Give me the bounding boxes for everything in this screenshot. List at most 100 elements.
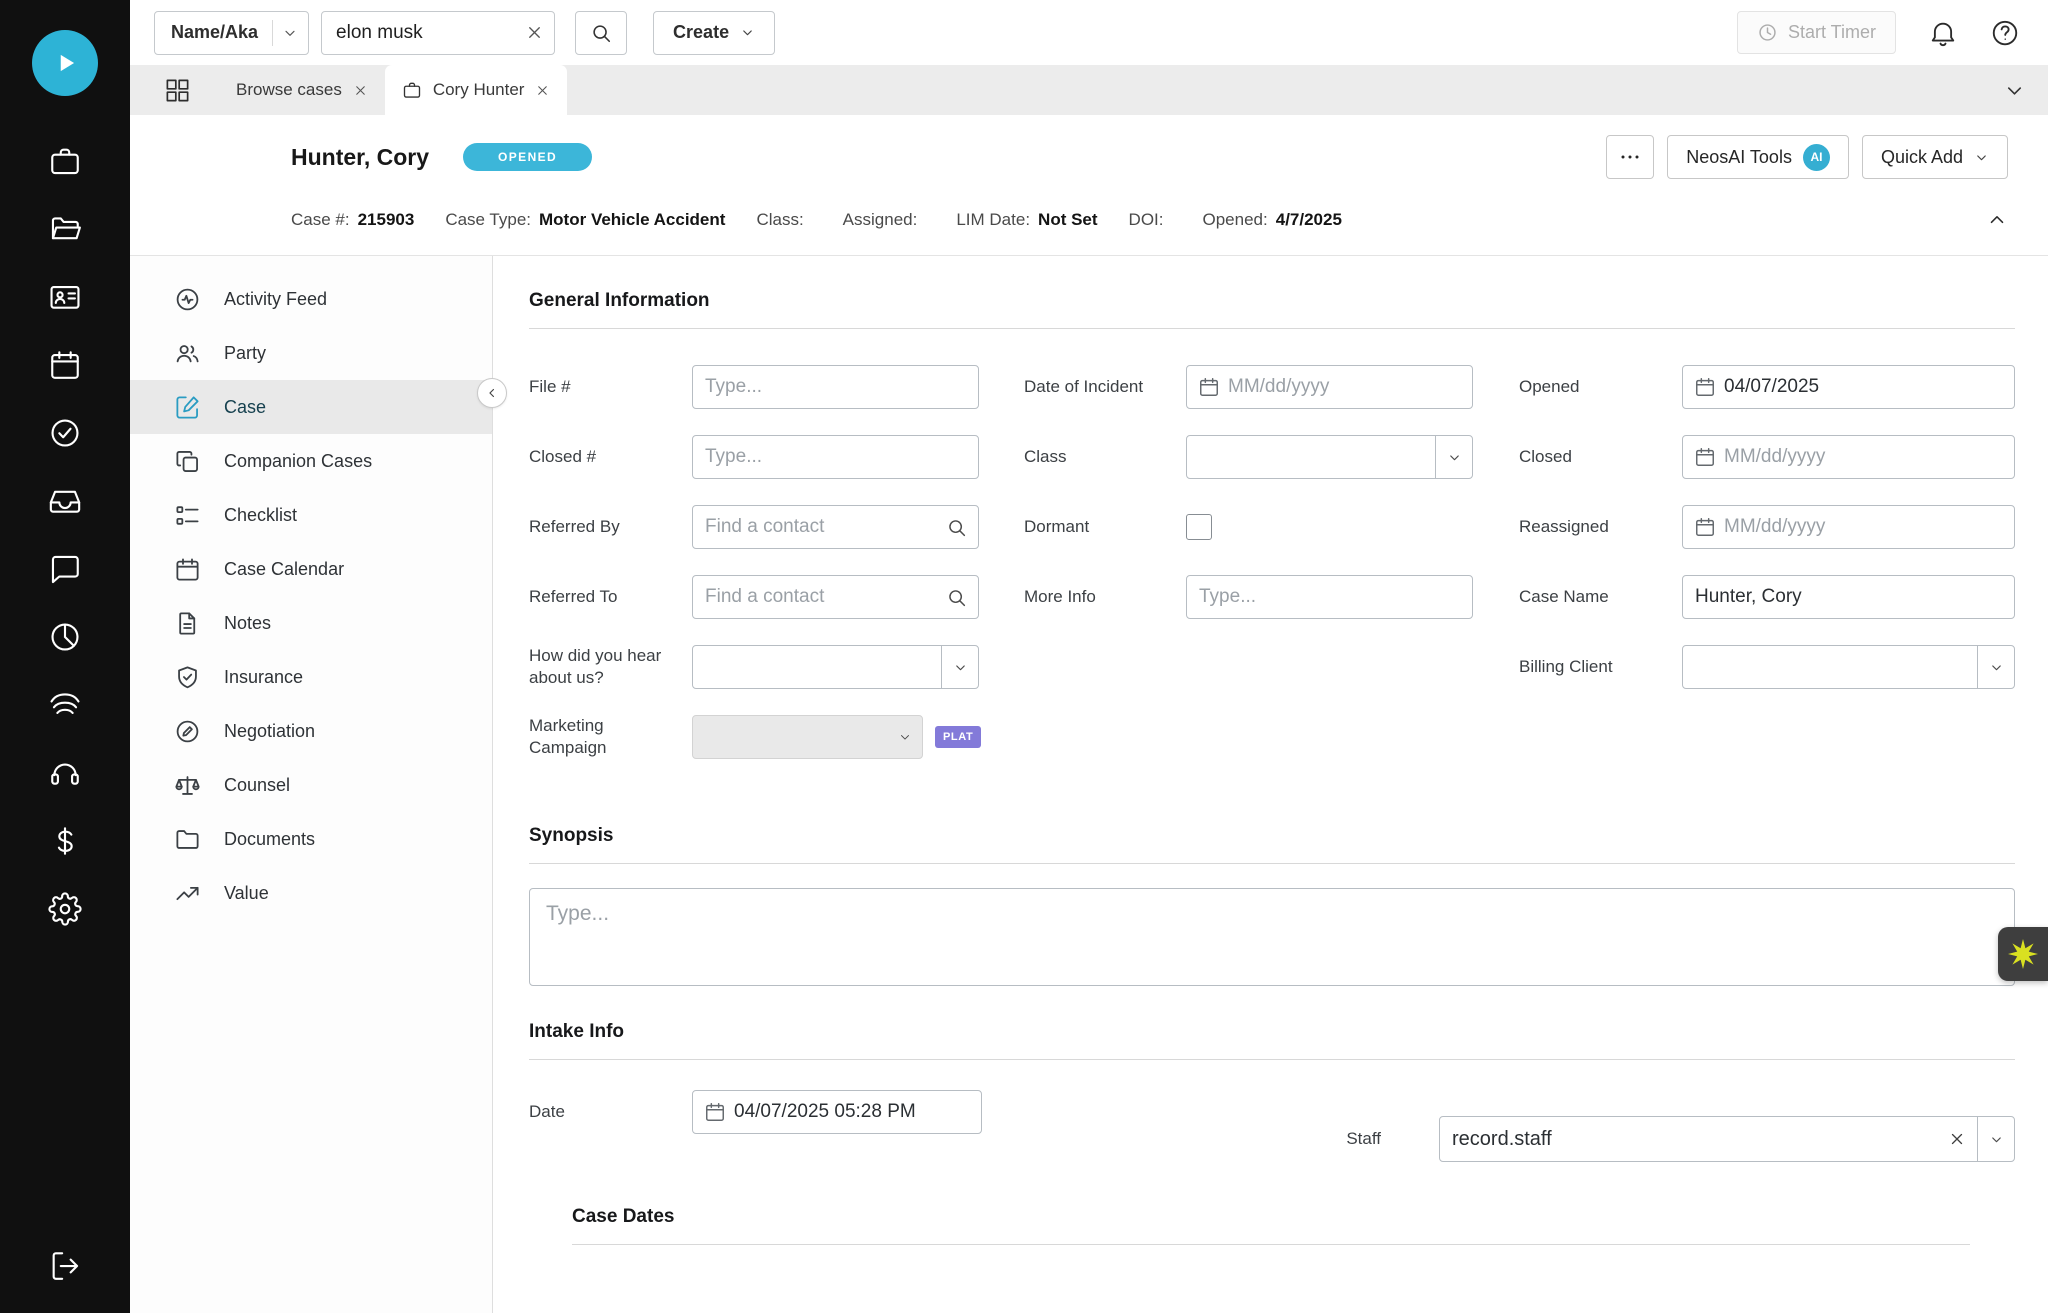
rail-calls-button[interactable] [48, 756, 82, 790]
tab-browse-cases[interactable]: Browse cases [219, 65, 385, 115]
how-hear-select[interactable] [692, 645, 979, 689]
app-logo[interactable] [32, 30, 98, 96]
sidebar-item-counsel[interactable]: Counsel [130, 758, 492, 812]
chevron-down-icon [1989, 660, 2004, 675]
chevron-left-icon [485, 386, 499, 400]
dormant-checkbox[interactable] [1186, 514, 1212, 540]
sidebar-item-insurance[interactable]: Insurance [130, 650, 492, 704]
section-heading-general: General Information [529, 290, 2015, 312]
search-contact-button[interactable] [946, 587, 967, 608]
how-hear-input[interactable] [693, 646, 941, 688]
closed-number-input[interactable] [693, 436, 978, 478]
create-button[interactable]: Create [653, 11, 775, 55]
rail-files-button[interactable] [48, 212, 82, 246]
file-number-input[interactable] [693, 366, 978, 408]
rail-calendar-button[interactable] [48, 348, 82, 382]
sidebar-item-party[interactable]: Party [130, 326, 492, 380]
rail-billing-button[interactable] [48, 824, 82, 858]
rail-messages-button[interactable] [48, 552, 82, 586]
calendar-icon[interactable] [1694, 446, 1716, 468]
marketing-campaign-select[interactable] [692, 715, 923, 759]
case-name-input[interactable] [1683, 576, 2014, 618]
search-button[interactable] [575, 11, 627, 55]
quick-add-button[interactable]: Quick Add [1862, 135, 2008, 179]
sidebar-item-companion-cases[interactable]: Companion Cases [130, 434, 492, 488]
sidebar-item-activity-feed[interactable]: Activity Feed [130, 272, 492, 326]
intake-date-input[interactable] [726, 1091, 981, 1133]
synopsis-textarea[interactable] [529, 888, 2015, 986]
rail-settings-button[interactable] [48, 892, 82, 926]
rail-intake-button[interactable] [48, 688, 82, 722]
sidebar-item-notes[interactable]: Notes [130, 596, 492, 650]
staff-combobox[interactable] [1439, 1116, 2015, 1162]
collapse-nav-button[interactable] [477, 378, 507, 408]
search-category-dropdown[interactable]: Name/Aka [154, 11, 309, 55]
synopsis-section: Synopsis [529, 825, 2015, 991]
search-icon [946, 517, 967, 538]
people-icon [174, 340, 201, 367]
search-clear-button[interactable] [525, 23, 544, 42]
dropdown-toggle[interactable] [1435, 436, 1472, 478]
logout-button[interactable] [48, 1249, 82, 1283]
calendar-icon[interactable] [1694, 516, 1716, 538]
more-info-input[interactable] [1187, 576, 1472, 618]
calendar-icon [48, 348, 82, 382]
close-icon [1948, 1130, 1966, 1148]
collapse-header-button[interactable] [1986, 209, 2008, 231]
dropdown-toggle[interactable] [1977, 646, 2014, 688]
billing-client-input[interactable] [1683, 646, 1977, 688]
rail-tasks-button[interactable] [48, 416, 82, 450]
reassigned-date-input[interactable] [1716, 506, 2014, 548]
sidebar-item-case[interactable]: Case [130, 380, 492, 434]
sidebar-item-checklist[interactable]: Checklist [130, 488, 492, 542]
help-button[interactable] [1990, 18, 2020, 48]
tab-close-button[interactable] [353, 83, 368, 98]
calendar-icon[interactable] [1694, 376, 1716, 398]
notifications-button[interactable] [1928, 18, 1958, 48]
dropdown-toggle[interactable] [941, 646, 978, 688]
opened-date-input[interactable] [1716, 366, 2014, 408]
field-intake-date: Date [529, 1090, 982, 1134]
rail-contacts-button[interactable] [48, 280, 82, 314]
field-marketing-campaign: Marketing Campaign PLAT [529, 715, 979, 759]
close-icon [525, 23, 544, 42]
search-contact-button[interactable] [946, 517, 967, 538]
billing-client-select[interactable] [1682, 645, 2015, 689]
rail-cases-button[interactable] [48, 144, 82, 178]
tab-cory-hunter[interactable]: Cory Hunter [385, 65, 568, 115]
tab-overflow-button[interactable] [2003, 79, 2026, 102]
clear-staff-button[interactable] [1948, 1130, 1966, 1148]
class-input[interactable] [1187, 436, 1435, 478]
tab-close-button[interactable] [535, 83, 550, 98]
assistant-fab-button[interactable] [1998, 927, 2048, 981]
checklist-icon [174, 502, 201, 529]
topbar-right: Start Timer [1737, 11, 2020, 54]
dropdown-toggle[interactable] [888, 730, 922, 744]
referred-to-input[interactable] [693, 576, 946, 618]
date-of-incident-input[interactable] [1220, 366, 1472, 408]
more-options-button[interactable] [1606, 135, 1654, 179]
calendar-icon[interactable] [1198, 376, 1220, 398]
case-dates-section: Case Dates [572, 1206, 2015, 1245]
search-input[interactable] [336, 22, 525, 44]
start-timer-button[interactable]: Start Timer [1737, 11, 1896, 54]
class-select[interactable] [1186, 435, 1473, 479]
staff-input[interactable] [1440, 1117, 1948, 1161]
referred-by-input[interactable] [693, 506, 946, 548]
search-icon [946, 587, 967, 608]
rail-inbox-button[interactable] [48, 484, 82, 518]
dropdown-toggle[interactable] [1977, 1117, 2014, 1161]
sidebar-item-value[interactable]: Value [130, 866, 492, 920]
marketing-campaign-input[interactable] [693, 716, 888, 758]
sidebar-item-negotiation[interactable]: Negotiation [130, 704, 492, 758]
sidebar-item-case-calendar[interactable]: Case Calendar [130, 542, 492, 596]
neosai-tools-button[interactable]: NeosAI Tools AI [1667, 135, 1849, 179]
closed-date-input[interactable] [1716, 436, 2014, 478]
sidebar-item-documents[interactable]: Documents [130, 812, 492, 866]
chevron-down-icon [898, 730, 912, 744]
shield-icon [174, 664, 201, 691]
calendar-icon[interactable] [704, 1101, 726, 1123]
dashboard-button[interactable] [164, 77, 191, 104]
edit-square-icon [174, 394, 201, 421]
rail-reports-button[interactable] [48, 620, 82, 654]
